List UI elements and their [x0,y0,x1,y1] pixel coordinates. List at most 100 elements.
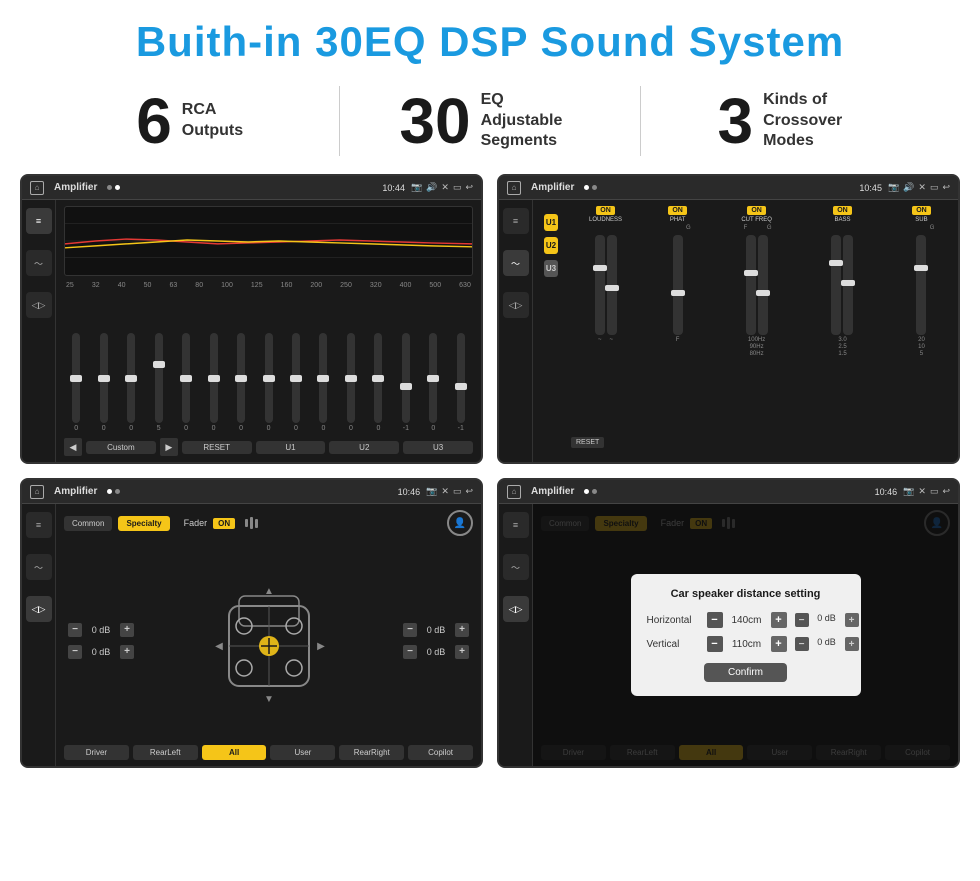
cutfreq-slider-2[interactable] [758,235,768,335]
eq-slider-11[interactable]: 0 [366,333,390,432]
u2-btn[interactable]: U2 [329,441,399,454]
eq-slider-4[interactable]: 0 [174,333,198,432]
dot-4 [592,185,597,190]
eq-freq-labels: 2532405063 80100125160200 25032040050063… [64,282,473,289]
sidebar-speaker-btn[interactable]: ◁▷ [26,292,52,318]
bass-toggle[interactable]: ON [833,206,852,215]
preset-u3[interactable]: U3 [544,260,558,277]
sub-slider[interactable] [916,235,926,335]
horizontal-minus[interactable]: − [707,612,723,628]
camera-icon-2: 📷 [888,182,899,193]
eq-slider-8[interactable]: 0 [284,333,308,432]
topbar-dots-3 [107,489,120,494]
preset-u2[interactable]: U2 [544,237,558,254]
phat-toggle[interactable]: ON [668,206,687,215]
sidebar-speaker-btn-4[interactable]: ◁▷ [503,596,529,622]
eq-slider-6[interactable]: 0 [229,333,253,432]
rear-right-minus[interactable]: − [403,645,417,659]
rear-left-plus[interactable]: + [120,645,134,659]
custom-btn[interactable]: Custom [86,441,156,454]
prev-btn[interactable]: ◀ [64,438,82,456]
copilot-btn[interactable]: Copilot [408,745,473,760]
dot-6 [115,489,120,494]
home-icon-2[interactable]: ⌂ [507,181,521,195]
eq-slider-0[interactable]: 0 [64,333,88,432]
dialog-sp-minus-2[interactable]: − [795,637,809,651]
front-right-minus[interactable]: − [403,623,417,637]
specialty-mode-btn[interactable]: Specialty [118,516,169,531]
eq-slider-1[interactable]: 0 [91,333,115,432]
camera-icon-4: 📷 [903,486,914,497]
driver-btn[interactable]: Driver [64,745,129,760]
eq-slider-3[interactable]: 5 [146,333,170,432]
sidebar-wave-btn[interactable]: 〜 [26,250,52,276]
front-left-minus[interactable]: − [68,623,82,637]
preset-u1[interactable]: U1 [544,214,558,231]
phat-slider[interactable] [673,235,683,335]
sidebar-wave-btn-4[interactable]: 〜 [503,554,529,580]
vertical-plus[interactable]: + [771,636,787,652]
loudness-toggle[interactable]: ON [596,206,615,215]
cutfreq-slider-1[interactable] [746,235,756,335]
u1-btn[interactable]: U1 [256,441,326,454]
back-icon-3[interactable]: ↩ [465,486,473,497]
fader-settings-icon[interactable]: 👤 [447,510,473,536]
loudness-slider[interactable] [595,235,605,335]
cutfreq-toggle[interactable]: ON [747,206,766,215]
common-mode-btn[interactable]: Common [64,516,112,531]
car-diagram: ▲ ▼ ◀ ▶ [209,576,329,706]
all-btn[interactable]: All [202,745,267,760]
crossover-reset-btn[interactable]: RESET [571,437,604,448]
user-btn[interactable]: User [270,745,335,760]
sidebar-wave-btn-3[interactable]: 〜 [26,554,52,580]
eq-slider-12[interactable]: -1 [394,333,418,432]
sidebar-wave-btn-2[interactable]: 〜 [503,250,529,276]
eq-slider-5[interactable]: 0 [201,333,225,432]
home-icon-3[interactable]: ⌂ [30,485,44,499]
back-icon-4[interactable]: ↩ [942,486,950,497]
loudness-slider-2[interactable] [607,235,617,335]
fader-on-btn[interactable]: ON [213,518,235,529]
front-right-plus[interactable]: + [455,623,469,637]
topbar-icons-3: 📷 ✕ ▭ ↩ [426,486,473,497]
eq-slider-9[interactable]: 0 [311,333,335,432]
home-icon[interactable]: ⌂ [30,181,44,195]
rearright-btn[interactable]: RearRight [339,745,404,760]
dialog-db-val: 0 dB [813,613,841,627]
dialog-sp-plus-2[interactable]: + [845,637,859,651]
bass-slider-1[interactable] [831,235,841,335]
sidebar-speaker-btn-2[interactable]: ◁▷ [503,292,529,318]
dialog-time: 10:46 [875,487,898,497]
sidebar-eq-btn-2[interactable]: ≡ [503,208,529,234]
eq-slider-10[interactable]: 0 [339,333,363,432]
confirm-button[interactable]: Confirm [704,663,787,682]
eq-slider-2[interactable]: 0 [119,333,143,432]
back-icon-2[interactable]: ↩ [942,182,950,193]
screen-fader-topbar: ⌂ Amplifier 10:46 📷 ✕ ▭ ↩ [22,480,481,504]
next-btn[interactable]: ▶ [160,438,178,456]
home-icon-4[interactable]: ⌂ [507,485,521,499]
dialog-sp-plus[interactable]: + [845,613,859,627]
rear-right-plus[interactable]: + [455,645,469,659]
rear-left-minus[interactable]: − [68,645,82,659]
sidebar-eq-btn[interactable]: ≡ [26,208,52,234]
dialog-sp-minus[interactable]: − [795,613,809,627]
vertical-minus[interactable]: − [707,636,723,652]
u3-btn[interactable]: U3 [403,441,473,454]
bass-slider-2[interactable] [843,235,853,335]
right-speakers: − 0 dB + − 0 dB + [403,623,469,659]
topbar-dots-4 [584,489,597,494]
sidebar-eq-btn-4[interactable]: ≡ [503,512,529,538]
reset-btn[interactable]: RESET [182,441,252,454]
sidebar-eq-btn-3[interactable]: ≡ [26,512,52,538]
front-left-plus[interactable]: + [120,623,134,637]
horizontal-plus[interactable]: + [771,612,787,628]
eq-slider-7[interactable]: 0 [256,333,280,432]
eq-slider-14[interactable]: -1 [449,333,473,432]
rearleft-btn[interactable]: RearLeft [133,745,198,760]
back-icon[interactable]: ↩ [465,182,473,193]
eq-slider-13[interactable]: 0 [421,333,445,432]
sub-toggle[interactable]: ON [912,206,931,215]
sidebar-speaker-btn-3[interactable]: ◁▷ [26,596,52,622]
crossover-time: 10:45 [859,183,882,193]
